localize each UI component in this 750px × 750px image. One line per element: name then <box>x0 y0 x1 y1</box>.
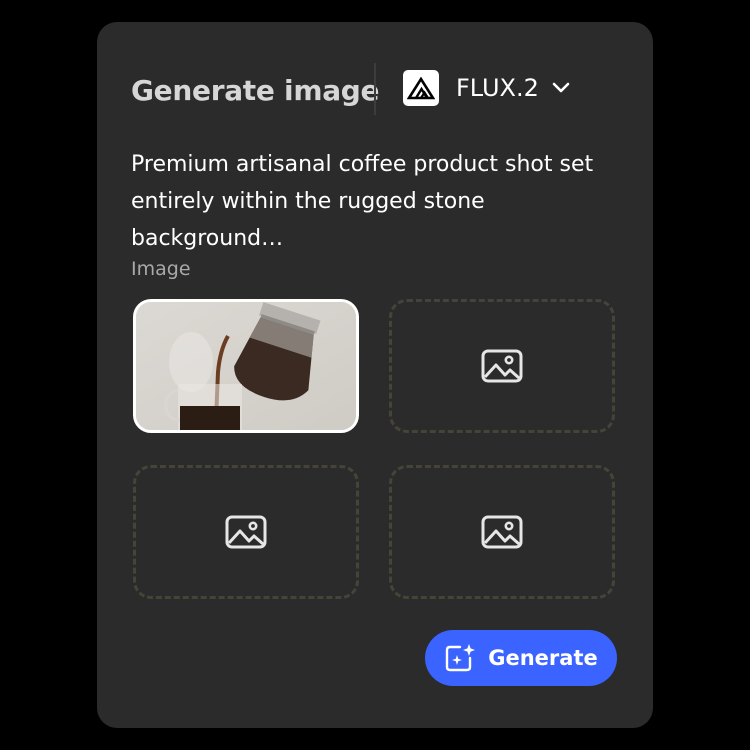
generate-button-label: Generate <box>488 646 598 670</box>
prompt-text[interactable]: Premium artisanal coffee product shot se… <box>131 146 631 257</box>
coffee-pour-thumbnail <box>136 302 356 430</box>
image-slot-4[interactable] <box>389 465 615 599</box>
sparkle-image-icon <box>446 644 476 672</box>
model-name: FLUX.2 <box>456 74 539 102</box>
chevron-down-icon[interactable] <box>551 78 571 98</box>
model-selector[interactable]: FLUX.2 <box>403 69 571 107</box>
image-section-label: Image <box>131 258 191 280</box>
image-slot-2[interactable] <box>389 299 615 433</box>
flux-logo-icon <box>403 70 439 106</box>
image-placeholder-icon <box>481 515 523 549</box>
panel-header: Generate image <box>131 66 380 114</box>
generate-button[interactable]: Generate <box>425 630 617 686</box>
header-divider <box>374 63 376 115</box>
image-placeholder-icon <box>481 349 523 383</box>
image-slot-1[interactable] <box>133 299 359 433</box>
image-slot-3[interactable] <box>133 465 359 599</box>
image-placeholder-icon <box>225 515 267 549</box>
generate-image-panel: Generate image FLUX.2 Premium artisanal … <box>97 22 653 728</box>
panel-title: Generate image <box>131 73 380 107</box>
